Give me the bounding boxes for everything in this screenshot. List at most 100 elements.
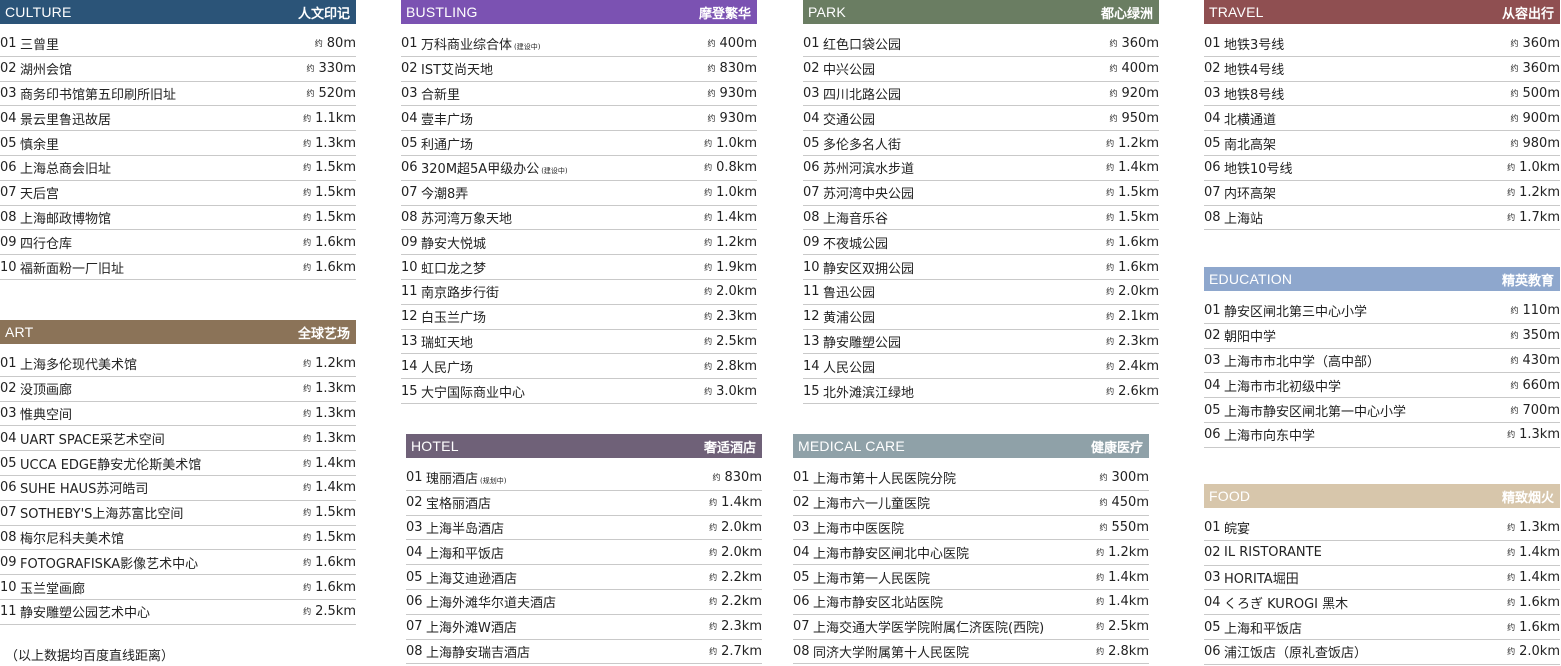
item-name: HORITA堀田 xyxy=(1224,568,1507,587)
item-name-text: 上海市市北中学（高中部） xyxy=(1224,354,1381,370)
item-name-text: 320M超5A甲级办公 xyxy=(421,162,540,178)
item-number: 04 xyxy=(1204,110,1221,126)
item-number: 01 xyxy=(401,36,418,52)
culture-header: CULTURE 人文印记 xyxy=(0,0,356,24)
item-distance: 1.6km xyxy=(315,234,356,250)
item-name: 惟典空间 xyxy=(20,404,303,423)
approx-label: 约 xyxy=(1106,312,1115,322)
item-name: 上海邮政博物馆 xyxy=(20,208,303,227)
item-name-text: 上海市静安区闸北中心医院 xyxy=(813,546,970,562)
item-distance: 1.3km xyxy=(315,405,356,421)
item-name: 上海市市北初级中学 xyxy=(1224,376,1511,395)
approx-label: 约 xyxy=(1106,361,1115,371)
section-art: ART 全球艺场 01 上海多伦现代美术馆约 1.2km 02 没顶画廊约 1.3km 03 惟典… xyxy=(0,320,356,625)
item-name: 壹丰广场 xyxy=(421,109,708,128)
item-name: 苏州河滨水步道 xyxy=(823,158,1106,177)
item-name: IST艾尚天地 xyxy=(421,59,708,78)
approx-label: 约 xyxy=(704,386,713,396)
list-item: 10 虹口龙之梦 约 1.9km xyxy=(401,255,757,280)
item-distance: 1.3km xyxy=(1519,520,1560,536)
item-name-text: 上海静安瑞吉酒店 xyxy=(426,645,531,661)
list-item: 03 四川北路公园 约 920m xyxy=(803,82,1159,107)
item-name: 320M超5A甲级办公 (建设中) xyxy=(421,158,704,177)
list-item: 11 静安雕塑公园艺术中心 约 2.5km xyxy=(0,600,356,625)
approx-label: 约 xyxy=(709,646,718,656)
item-distance: 1.4km xyxy=(1108,594,1149,610)
item-name-text: 浦江饭店（原礼查饭店） xyxy=(1224,646,1368,662)
list-item: 06 地铁10号线 约 1.0km xyxy=(1204,156,1560,181)
item-name: 商务印书馆第五印刷所旧址 xyxy=(20,84,307,103)
item-number: 05 xyxy=(0,135,17,151)
item-number: 13 xyxy=(401,333,418,349)
approx-label: 约 xyxy=(1109,39,1118,49)
list-item: 04 壹丰广场 约 930m xyxy=(401,106,757,132)
item-name-text: 合新里 xyxy=(421,87,461,103)
item-name-text: 静安雕塑公园艺术中心 xyxy=(20,606,151,622)
item-distance: 2.0km xyxy=(721,544,762,560)
item-name: 多伦多名人街 xyxy=(823,134,1106,153)
item-name-text: 内环高架 xyxy=(1224,187,1277,203)
item-number: 06 xyxy=(793,594,810,610)
item-name-text: 上海市向东中学 xyxy=(1224,429,1316,445)
item-number: 05 xyxy=(1204,402,1221,418)
approx-label: 约 xyxy=(707,88,716,98)
item-name: UART SPACE采艺术空间 xyxy=(20,429,303,448)
approx-label: 约 xyxy=(303,607,312,617)
approx-label: 约 xyxy=(704,212,713,222)
item-name-text: 上海交通大学医学院附属仁济医院(西院) xyxy=(813,621,1045,637)
item-number: 03 xyxy=(793,519,810,535)
item-name: 朝阳中学 xyxy=(1224,326,1511,345)
list-item: 04 くろぎ KUROGI 黑木 约 1.6km xyxy=(1204,590,1560,616)
approx-label: 约 xyxy=(704,262,713,272)
item-distance: 900m xyxy=(1522,110,1560,126)
item-name: 上海市市北中学（高中部） xyxy=(1224,351,1511,370)
item-distance: 1.2km xyxy=(716,234,757,250)
item-number: 14 xyxy=(401,358,418,374)
item-distance: 2.5km xyxy=(315,604,356,620)
item-name: 慎余里 xyxy=(20,134,303,153)
item-name: 不夜城公园 xyxy=(823,233,1106,252)
approx-label: 约 xyxy=(303,582,312,592)
approx-label: 约 xyxy=(709,622,718,632)
item-name-text: 人民公园 xyxy=(823,360,876,376)
item-distance: 980m xyxy=(1522,135,1560,151)
item-name-text: 地铁10号线 xyxy=(1224,162,1293,178)
item-distance: 520m xyxy=(318,85,356,101)
item-name-text: 上海市静安区北站医院 xyxy=(813,596,944,612)
item-name-text: 壹丰广场 xyxy=(421,112,474,128)
item-name-text: 宝格丽酒店 xyxy=(426,497,492,513)
item-name: 上海市六一儿童医院 xyxy=(813,493,1100,512)
item-number: 05 xyxy=(1204,135,1221,151)
item-distance: 1.5km xyxy=(315,209,356,225)
list-item: 08 上海邮政博物馆 约 1.5km xyxy=(0,206,356,231)
list-item: 06 320M超5A甲级办公 (建设中) 约 0.8km xyxy=(401,156,757,181)
list-item: 09 静安大悦城 约 1.2km xyxy=(401,230,757,256)
section-title-zh: 精致烟火 xyxy=(1501,490,1554,506)
approx-label: 约 xyxy=(1106,212,1115,222)
item-number: 04 xyxy=(1204,377,1221,393)
item-distance: 2.8km xyxy=(716,358,757,374)
list-item: 04 上海市静安区闸北中心医院 约 1.2km xyxy=(793,540,1149,566)
item-number: 12 xyxy=(401,309,418,325)
item-number: 03 xyxy=(1204,352,1221,368)
item-distance: 360m xyxy=(1522,36,1560,52)
approx-label: 约 xyxy=(303,384,312,394)
list-item: 05 上海艾迪逊酒店 约 2.2km xyxy=(406,565,762,590)
item-number: 07 xyxy=(803,185,820,201)
list-item: 05 多伦多名人街 约 1.2km xyxy=(803,131,1159,156)
item-name: 中兴公园 xyxy=(823,59,1110,78)
item-number: 03 xyxy=(401,85,418,101)
list-item: 02 地铁4号线 约 360m xyxy=(1204,57,1560,82)
list-item: 09 FOTOGRAFISKA影像艺术中心 约 1.6km xyxy=(0,550,356,576)
list-item: 08 同济大学附属第十人民医院 约 2.8km xyxy=(793,640,1149,665)
approx-label: 约 xyxy=(709,547,718,557)
item-name-text: 梅尔尼科夫美术馆 xyxy=(20,531,125,547)
item-name-text: 四川北路公园 xyxy=(823,87,902,103)
item-name: 上海市第一人民医院 xyxy=(813,568,1096,587)
item-number: 11 xyxy=(803,284,820,300)
approx-label: 约 xyxy=(1106,237,1115,247)
section-park: PARK 都心绿洲 01 红色口袋公园约 360m 02 中兴公园约 400m 03 四川北路公园… xyxy=(803,0,1159,404)
item-name: 上海市向东中学 xyxy=(1224,425,1507,444)
item-name: 上海半岛酒店 xyxy=(426,518,709,537)
item-distance: 830m xyxy=(719,61,757,77)
